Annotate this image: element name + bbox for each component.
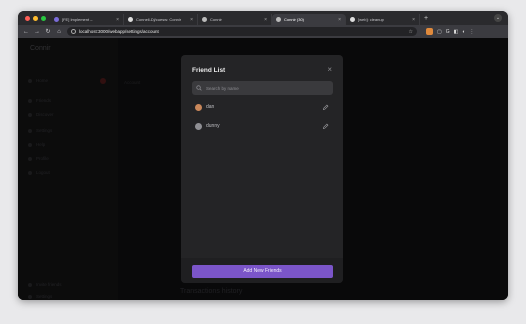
puzzle-extensions-icon[interactable]: ▢ [437, 29, 442, 35]
browser-tab-active[interactable]: Connir (30) × [272, 14, 346, 25]
window-controls [25, 15, 46, 21]
tab-close-icon[interactable]: × [116, 17, 119, 23]
tab-favicon-icon [276, 17, 281, 22]
forward-arrow-icon[interactable]: → [34, 29, 40, 35]
search-input[interactable] [206, 85, 326, 91]
tab-favicon-icon [202, 17, 207, 22]
home-icon[interactable]: ⌂ [56, 29, 62, 35]
profile-avatar[interactable]: G [446, 29, 450, 35]
extension-icon[interactable] [426, 28, 433, 35]
search-field[interactable] [192, 81, 333, 95]
tab-title: [web]: cleanup [358, 17, 384, 22]
minimize-window-button[interactable] [33, 15, 38, 21]
app-content: Connir Home Friends Discover Settings He… [18, 38, 508, 300]
edit-pencil-icon[interactable] [322, 123, 329, 130]
github-icon [128, 17, 133, 22]
github-icon [350, 17, 355, 22]
close-window-button[interactable] [25, 15, 30, 21]
back-arrow-icon[interactable]: ← [23, 29, 29, 35]
browser-menu-icon[interactable]: ⋮ [469, 29, 474, 35]
toolbar-extensions: ▢ G ◧ ◐ ⋮ [426, 28, 474, 35]
new-tab-plus-icon[interactable]: + [424, 15, 428, 22]
browser-tab[interactable]: Connell-Dj/cuesw: Connir × [124, 14, 198, 25]
browser-tab[interactable]: [web]: cleanup × [346, 14, 420, 25]
add-new-friends-button[interactable]: Add New Friends [192, 265, 333, 278]
tab-close-icon[interactable]: × [338, 17, 341, 23]
modal-title: Friend List [192, 67, 226, 74]
friend-list-item[interactable]: dan [195, 101, 329, 113]
account-icon[interactable]: ◐ [462, 29, 465, 35]
friend-list-item[interactable]: dunny [195, 120, 329, 132]
browser-window: [FE] Implement – × Connell-Dj/cuesw: Con… [18, 11, 508, 300]
close-icon[interactable]: × [327, 65, 332, 74]
friend-name: dan [206, 104, 215, 110]
tab-search-chevron-icon[interactable]: ⌄ [494, 14, 502, 22]
friend-list-modal: Friend List × dan dunny [181, 55, 343, 283]
avatar [195, 103, 202, 111]
friend-name: dunny [206, 123, 220, 129]
tab-close-icon[interactable]: × [264, 17, 267, 23]
tab-favicon-icon [54, 17, 59, 22]
tab-close-icon[interactable]: × [190, 17, 193, 23]
url-text: localhost:3000/webapp/settings/account [79, 29, 159, 34]
site-info-icon[interactable] [71, 29, 76, 34]
search-icon [196, 85, 202, 91]
tab-close-icon[interactable]: × [412, 17, 415, 23]
browser-tab[interactable]: [FE] Implement – × [50, 14, 124, 25]
tab-title: Connell-Dj/cuesw: Connir [136, 17, 182, 22]
avatar [195, 122, 202, 130]
tab-title: Connir (30) [284, 17, 305, 22]
tab-title: Connir [210, 17, 222, 22]
zoom-window-button[interactable] [41, 15, 46, 21]
browser-tab[interactable]: Connir × [198, 14, 272, 25]
address-bar[interactable]: localhost:3000/webapp/settings/account ☆ [67, 27, 417, 36]
edit-pencil-icon[interactable] [322, 104, 329, 111]
bookmark-star-icon[interactable]: ☆ [409, 29, 413, 35]
browser-toolbar: ← → ↻ ⌂ localhost:3000/webapp/settings/a… [18, 25, 508, 38]
sidebar-panel-icon[interactable]: ◧ [454, 29, 459, 35]
tab-title: [FE] Implement – [62, 17, 93, 22]
tab-strip: [FE] Implement – × Connell-Dj/cuesw: Con… [18, 11, 508, 25]
reload-icon[interactable]: ↻ [45, 28, 51, 35]
